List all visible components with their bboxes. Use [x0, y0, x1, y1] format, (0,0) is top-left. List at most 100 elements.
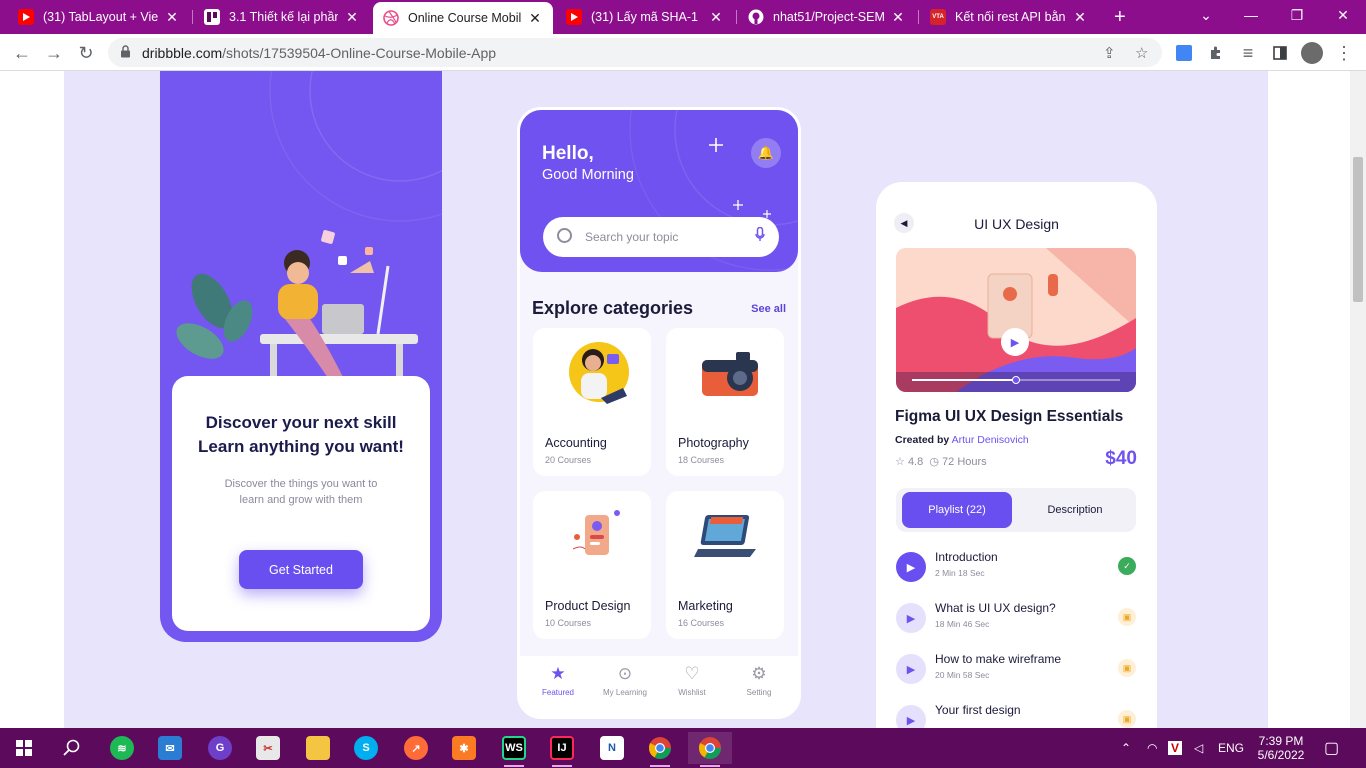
- topic-search-input[interactable]: Search your topic: [543, 217, 779, 257]
- extensions-icon[interactable]: [1202, 39, 1230, 67]
- close-tab-icon[interactable]: ✕: [708, 9, 724, 26]
- browser-toolbar: ← → ↻ dribbble.com/shots/17539504-Online…: [0, 34, 1366, 71]
- lesson-item[interactable]: ▶ What is UI UX design? 18 Min 46 Sec ▣: [896, 599, 1136, 639]
- browser-tab[interactable]: (31) TabLayout + View ✕: [8, 0, 190, 34]
- show-hidden-icons-icon[interactable]: ⌃: [1121, 728, 1131, 768]
- play-icon[interactable]: ▶: [896, 552, 926, 582]
- close-window-button[interactable]: ✕: [1320, 0, 1366, 30]
- file-explorer-icon[interactable]: [296, 732, 340, 764]
- close-tab-icon[interactable]: ✕: [527, 10, 543, 27]
- browser-tab-strip: (31) TabLayout + View ✕ 3.1 Thiết kế lại…: [0, 0, 1366, 34]
- nav-featured[interactable]: ★ Featured: [525, 664, 591, 697]
- side-panel-icon[interactable]: [1266, 39, 1294, 67]
- close-tab-icon[interactable]: ✕: [164, 9, 180, 26]
- webstorm-icon[interactable]: WS: [492, 732, 536, 767]
- vietkey-icon[interactable]: V: [1168, 728, 1183, 768]
- address-bar[interactable]: dribbble.com/shots/17539504-Online-Cours…: [108, 38, 1162, 67]
- chrome-icon[interactable]: [688, 732, 732, 767]
- forward-button[interactable]: →: [40, 39, 68, 67]
- restore-button[interactable]: ❐: [1274, 0, 1320, 30]
- category-card-photography[interactable]: Photography 18 Courses: [666, 328, 784, 476]
- back-button[interactable]: ←: [8, 39, 36, 67]
- category-name: Photography: [678, 436, 749, 450]
- skype-icon[interactable]: S: [344, 732, 388, 764]
- browser-tab[interactable]: (31) Lấy mã SHA-1 (De ✕: [556, 0, 734, 34]
- course-title: Figma UI UX Design Essentials: [895, 408, 1124, 425]
- accounting-illustration: [569, 342, 629, 404]
- clock-icon: ◷: [929, 456, 939, 468]
- see-all-link[interactable]: See all: [751, 303, 786, 315]
- page-scrollbar[interactable]: [1350, 71, 1366, 728]
- tab-title: Kết nối rest API bằng: [955, 10, 1066, 24]
- reload-button[interactable]: ↻: [72, 39, 100, 67]
- home-header: Hello, Good Morning 🔔 Search your topic: [520, 110, 798, 272]
- share-icon[interactable]: ⇪: [1103, 44, 1116, 62]
- microphone-icon[interactable]: [755, 226, 765, 245]
- course-meta: ☆ 4.8 ◷ 72 Hours: [895, 455, 987, 468]
- close-tab-icon[interactable]: ✕: [344, 9, 360, 26]
- google-translate-icon[interactable]: [1170, 39, 1198, 67]
- browser-tab[interactable]: nhat51/Project-SEM4 ✕: [738, 0, 916, 34]
- course-video-player[interactable]: ▶: [896, 248, 1136, 392]
- nav-wishlist[interactable]: ♡ Wishlist: [659, 664, 725, 697]
- category-count: 16 Courses: [678, 618, 725, 628]
- notification-bell-icon[interactable]: 🔔: [751, 138, 781, 168]
- spotify-icon[interactable]: ≋: [100, 732, 144, 764]
- browser-tab[interactable]: 3.1 Thiết kế lại phần fo ✕: [194, 0, 370, 34]
- play-icon[interactable]: ▶: [896, 654, 926, 684]
- notifications-icon[interactable]: ▢: [1324, 728, 1339, 768]
- intellij-icon[interactable]: IJ: [540, 732, 584, 767]
- bookmark-star-icon[interactable]: ☆: [1135, 44, 1148, 62]
- close-tab-icon[interactable]: ✕: [1072, 9, 1088, 26]
- xampp-icon[interactable]: ✱: [442, 732, 486, 764]
- category-card-product-design[interactable]: Product Design 10 Courses: [533, 491, 651, 639]
- author-link[interactable]: Artur Denisovich: [952, 434, 1029, 446]
- url-text: dribbble.com/shots/17539504-Online-Cours…: [142, 45, 496, 61]
- chrome-icon[interactable]: [638, 732, 682, 767]
- plus-icon: +: [1114, 5, 1126, 28]
- volume-icon[interactable]: ◁: [1194, 728, 1203, 768]
- tab-search-icon[interactable]: ⌄: [1183, 0, 1229, 30]
- settings-icon: ⚙: [751, 664, 767, 683]
- profile-avatar[interactable]: [1298, 39, 1326, 67]
- wifi-icon[interactable]: ◠: [1147, 728, 1157, 768]
- scrollbar-thumb[interactable]: [1353, 157, 1363, 302]
- more-menu-icon[interactable]: ⋮: [1330, 39, 1358, 67]
- play-icon[interactable]: ▶: [896, 705, 926, 728]
- category-card-marketing[interactable]: Marketing 16 Courses: [666, 491, 784, 639]
- play-icon[interactable]: ▶: [1001, 328, 1029, 356]
- play-icon[interactable]: ▶: [896, 603, 926, 633]
- lesson-item[interactable]: ▶ Introduction 2 Min 18 Sec ✓: [896, 548, 1136, 588]
- postman-icon[interactable]: ↗: [394, 732, 438, 764]
- reading-list-icon[interactable]: ≡: [1234, 39, 1262, 67]
- lesson-name: Your first design: [935, 703, 1021, 717]
- get-started-button[interactable]: Get Started: [239, 550, 363, 589]
- search-icon: [557, 228, 572, 243]
- category-card-accounting[interactable]: Accounting 20 Courses: [533, 328, 651, 476]
- minimize-button[interactable]: —: [1228, 0, 1274, 30]
- clock[interactable]: 7:39 PM 5/6/2022: [1258, 728, 1305, 768]
- lesson-duration: 2 Min 18 Sec: [935, 568, 985, 578]
- teams-icon[interactable]: N: [590, 732, 634, 764]
- marketing-illustration: [694, 515, 756, 557]
- close-tab-icon[interactable]: ✕: [890, 9, 906, 26]
- tab-description[interactable]: Description: [1020, 492, 1130, 528]
- search-icon[interactable]: [50, 732, 94, 764]
- tab-playlist[interactable]: Playlist (22): [902, 492, 1012, 528]
- nav-my-learning[interactable]: ⊙ My Learning: [592, 664, 658, 697]
- dribbble-shot-image: Discover your next skill Learn anything …: [64, 71, 1268, 728]
- github-desktop-icon[interactable]: G: [198, 732, 242, 764]
- lesson-item[interactable]: ▶ How to make wireframe 20 Min 58 Sec ▣: [896, 650, 1136, 690]
- browser-tab-active[interactable]: Online Course Mobile ✕: [373, 2, 553, 34]
- tab-divider: [736, 10, 737, 24]
- input-language[interactable]: ENG: [1218, 728, 1244, 768]
- nav-setting[interactable]: ⚙ Setting: [726, 664, 792, 697]
- browser-tab[interactable]: VTA Kết nối rest API bằng ✕: [920, 0, 1098, 34]
- onboarding-card: Discover your next skill Learn anything …: [172, 376, 430, 631]
- tab-title: (31) Lấy mã SHA-1 (De: [591, 10, 702, 24]
- mail-icon[interactable]: ✉: [148, 732, 192, 764]
- windows-start-icon[interactable]: [2, 732, 46, 764]
- lesson-item[interactable]: ▶ Your first design ▣: [896, 701, 1136, 728]
- new-tab-button[interactable]: +: [1104, 0, 1134, 34]
- snipping-tool-icon[interactable]: ✂: [246, 732, 290, 764]
